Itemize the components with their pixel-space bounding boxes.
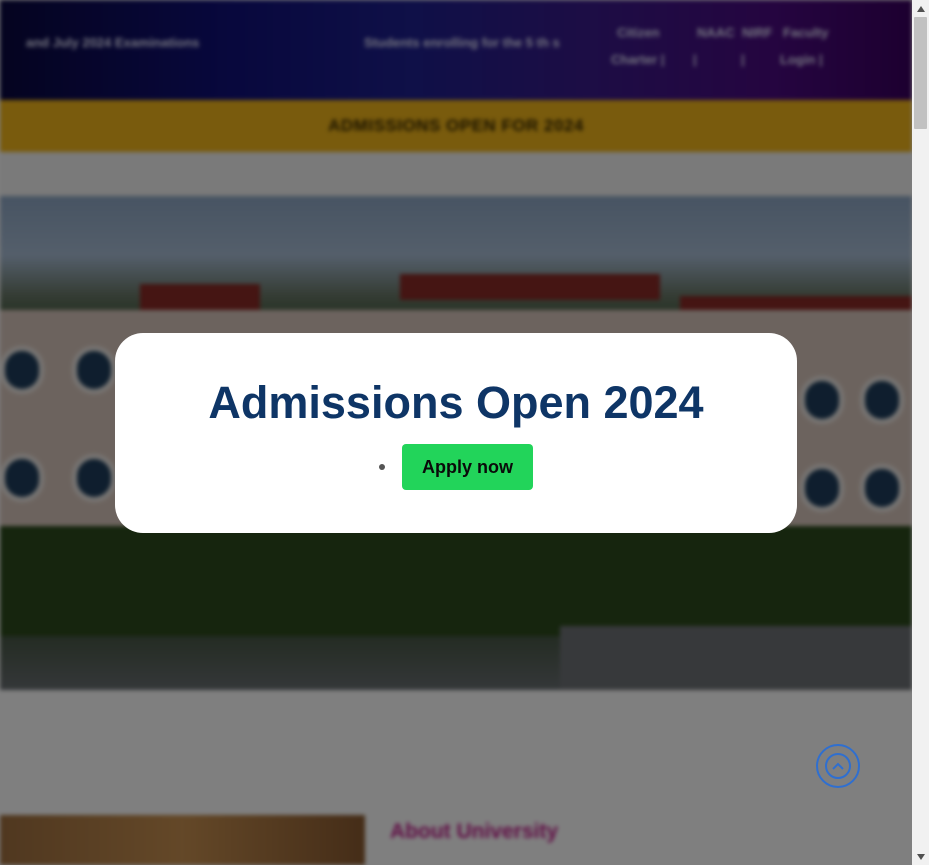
scrollbar-thumb[interactable] [914,17,927,129]
scroll-to-top-button[interactable] [816,744,860,788]
modal-title: Admissions Open 2024 [208,377,704,428]
triangle-down-icon[interactable] [912,848,929,865]
list-bullet [379,464,385,470]
admissions-modal: Admissions Open 2024 Apply now [115,333,797,533]
page: and July 2024 Examinations Students enro… [0,0,912,865]
chevron-up-icon [825,753,851,779]
vertical-scrollbar[interactable] [912,0,929,865]
triangle-up-icon[interactable] [912,0,929,17]
apply-now-button[interactable]: Apply now [402,444,533,490]
